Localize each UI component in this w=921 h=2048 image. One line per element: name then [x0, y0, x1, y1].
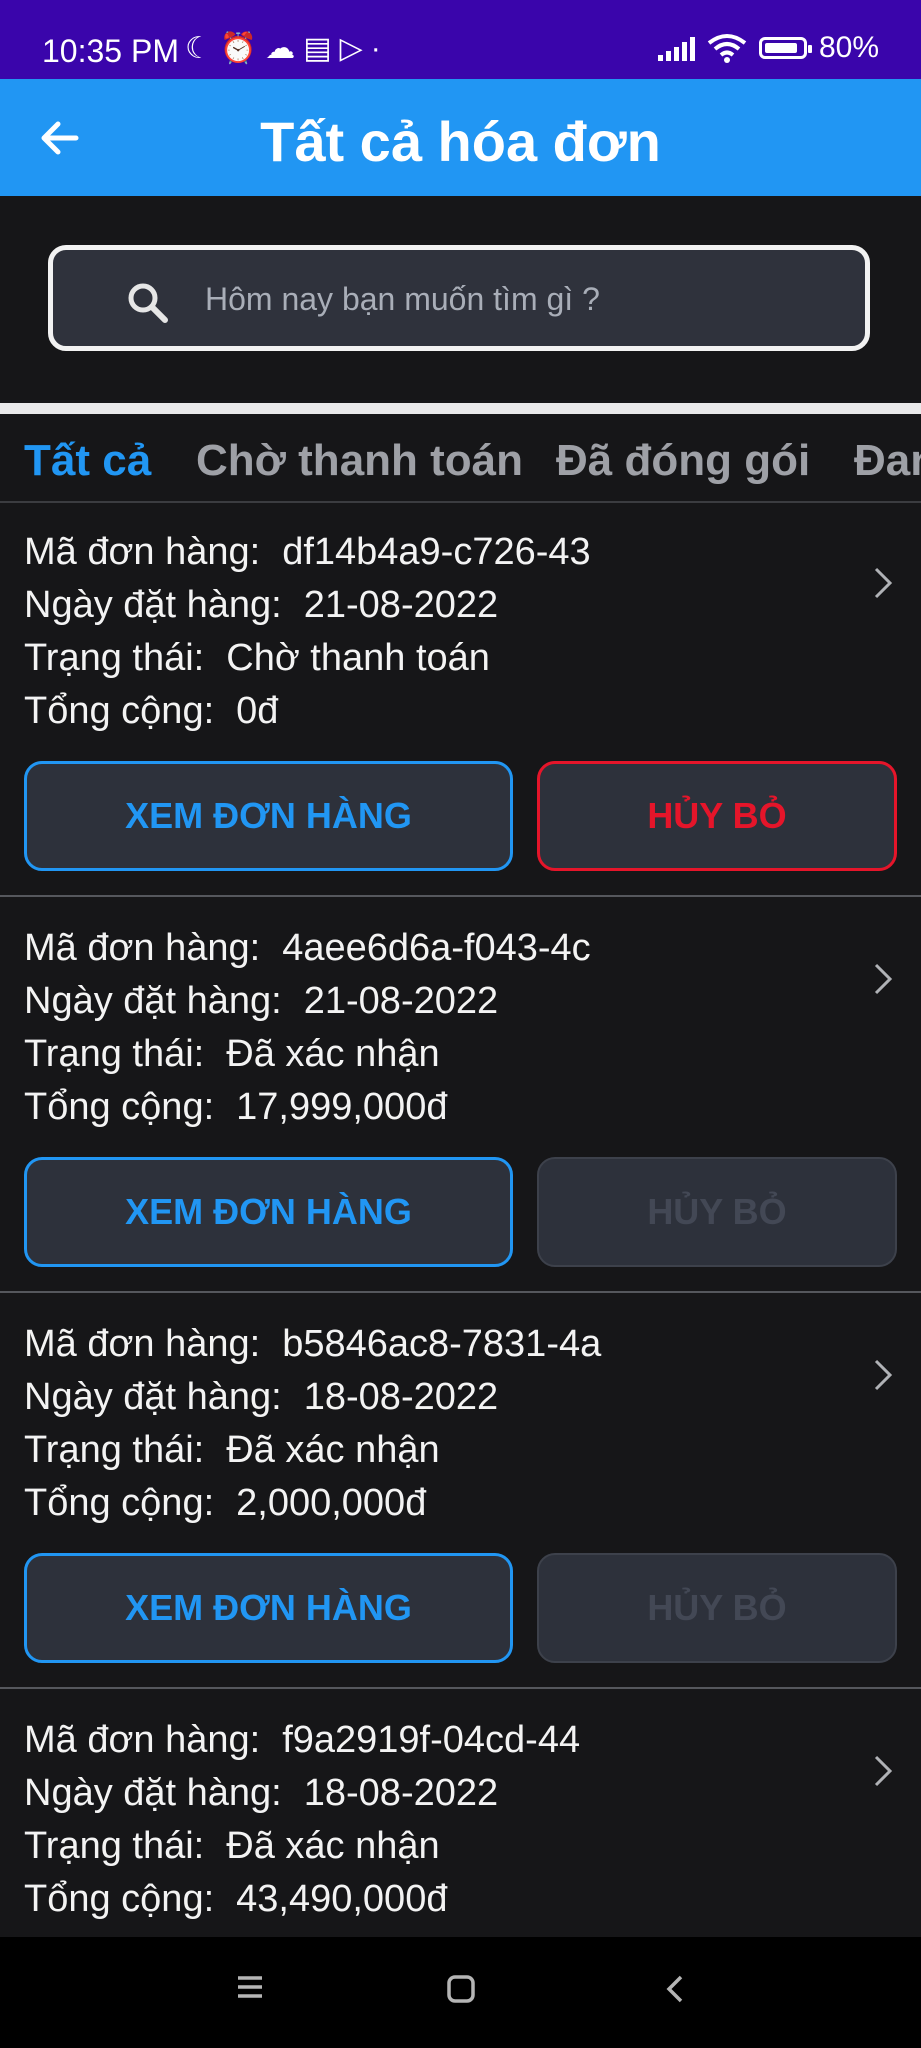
view-order-button[interactable]: XEM ĐƠN HÀNG: [24, 1157, 513, 1267]
order-id-row: Mã đơn hàng: 4aee6d6a-f043-4c: [24, 927, 591, 970]
search-box[interactable]: [48, 245, 870, 351]
search-icon: [128, 283, 168, 323]
system-nav-bar: [0, 1937, 921, 2048]
order-id-value: 4aee6d6a-f043-4c: [282, 927, 591, 969]
tab-packed[interactable]: Đã đóng gói: [556, 436, 810, 486]
page-title: Tất cả hóa đơn: [260, 110, 661, 173]
app-bar: Tất cả hóa đơn: [0, 79, 921, 196]
order-date-value: 21-08-2022: [303, 584, 499, 626]
status-bar: 10:35 PM ☾⏰☁▤▷· 80%: [0, 0, 921, 79]
back-icon[interactable]: [664, 1974, 686, 2004]
order-card[interactable]: Mã đơn hàng: f9a2919f-04cd-44 Ngày đặt hà…: [0, 1691, 921, 1937]
order-status-row: Trạng thái: Đã xác nhận: [24, 1429, 440, 1472]
chevron-right-icon: [874, 1359, 893, 1391]
chevron-right-icon: [874, 963, 893, 995]
order-date-value: 18-08-2022: [303, 1376, 499, 1418]
order-status-label: Trạng thái:: [24, 637, 205, 679]
order-status-value: Chờ thanh toán: [226, 637, 490, 679]
status-right: 80%: [657, 28, 879, 68]
order-date-label: Ngày đặt hàng:: [24, 1772, 282, 1814]
order-id-label: Mã đơn hàng:: [24, 531, 261, 573]
cancel-order-button: HỦY BỎ: [537, 1157, 897, 1267]
signal-icon: [657, 35, 695, 61]
wifi-icon: [707, 34, 747, 63]
order-status-value: Đã xác nhận: [226, 1429, 440, 1471]
view-order-button[interactable]: XEM ĐƠN HÀNG: [24, 761, 513, 871]
order-date-label: Ngày đặt hàng:: [24, 1376, 282, 1418]
order-total-row: Tổng cộng: 43,490,000đ: [24, 1878, 447, 1921]
chevron-right-icon: [874, 567, 893, 599]
tab-pending-payment[interactable]: Chờ thanh toán: [196, 436, 523, 486]
order-id-row: Mã đơn hàng: f9a2919f-04cd-44: [24, 1719, 580, 1762]
cancel-order-button: HỦY BỎ: [537, 1553, 897, 1663]
cloud-icon: ☁: [265, 32, 304, 65]
order-total-value: 2,000,000đ: [236, 1482, 427, 1524]
order-status-label: Trạng thái:: [24, 1825, 205, 1867]
view-order-button[interactable]: XEM ĐƠN HÀNG: [24, 1553, 513, 1663]
moon-icon: ☾: [185, 32, 220, 65]
alarm-icon: ⏰: [219, 32, 266, 65]
news-icon: ▤: [303, 32, 340, 65]
order-card[interactable]: Mã đơn hàng: 4aee6d6a-f043-4c Ngày đặt hà…: [0, 899, 921, 1293]
order-total-value: 17,999,000đ: [236, 1086, 448, 1128]
order-list: Mã đơn hàng: df14b4a9-c726-43 Ngày đặt hà…: [0, 503, 921, 1937]
order-status-value: Đã xác nhận: [226, 1033, 440, 1075]
order-card[interactable]: Mã đơn hàng: b5846ac8-7831-4a Ngày đặt hà…: [0, 1295, 921, 1689]
divider: [0, 403, 921, 414]
battery-level: 80%: [818, 31, 879, 64]
order-id-value: b5846ac8-7831-4a: [282, 1323, 602, 1365]
order-date-label: Ngày đặt hàng:: [24, 584, 282, 626]
menu-icon[interactable]: [236, 1974, 264, 2000]
status-icons: ☾⏰☁▤▷·: [185, 31, 389, 66]
order-total-row: Tổng cộng: 17,999,000đ: [24, 1086, 447, 1129]
order-status-label: Trạng thái:: [24, 1033, 205, 1075]
order-date-row: Ngày đặt hàng: 21-08-2022: [24, 584, 498, 627]
order-total-label: Tổng cộng:: [24, 690, 215, 732]
order-id-label: Mã đơn hàng:: [24, 1719, 261, 1761]
play-icon: ▷: [339, 32, 371, 65]
order-total-value: 43,490,000đ: [236, 1878, 448, 1920]
order-id-value: df14b4a9-c726-43: [282, 531, 591, 573]
order-status-label: Trạng thái:: [24, 1429, 205, 1471]
order-total-row: Tổng cộng: 2,000,000đ: [24, 1482, 426, 1525]
order-id-value: f9a2919f-04cd-44: [282, 1719, 581, 1761]
order-status-row: Trạng thái: Đã xác nhận: [24, 1825, 440, 1868]
status-time: 10:35 PM: [42, 33, 179, 69]
order-total-label: Tổng cộng:: [24, 1086, 215, 1128]
tab-all[interactable]: Tất cả: [24, 436, 151, 486]
order-status-row: Trạng thái: Đã xác nhận: [24, 1033, 440, 1076]
order-id-label: Mã đơn hàng:: [24, 1323, 261, 1365]
order-date-row: Ngày đặt hàng: 21-08-2022: [24, 980, 498, 1023]
order-status-row: Trạng thái: Chờ thanh toán: [24, 637, 490, 680]
order-date-row: Ngày đặt hàng: 18-08-2022: [24, 1376, 498, 1419]
cancel-order-button[interactable]: HỦY BỎ: [537, 761, 897, 871]
order-total-value: 0đ: [236, 690, 279, 732]
battery-icon: [758, 37, 812, 59]
chevron-right-icon: [874, 1755, 893, 1787]
tab-bar: Tất cả Chờ thanh toán Đã đóng gói Đan: [0, 414, 921, 502]
order-total-label: Tổng cộng:: [24, 1878, 215, 1920]
order-id-row: Mã đơn hàng: df14b4a9-c726-43: [24, 531, 591, 574]
home-icon[interactable]: [446, 1974, 476, 2004]
order-total-label: Tổng cộng:: [24, 1482, 215, 1524]
order-date-value: 18-08-2022: [303, 1772, 499, 1814]
order-card[interactable]: Mã đơn hàng: df14b4a9-c726-43 Ngày đặt hà…: [0, 503, 921, 897]
order-id-row: Mã đơn hàng: b5846ac8-7831-4a: [24, 1323, 601, 1366]
search-input[interactable]: [203, 272, 807, 326]
tab-shipping[interactable]: Đan: [854, 436, 921, 486]
order-total-row: Tổng cộng: 0đ: [24, 690, 278, 733]
order-status-value: Đã xác nhận: [226, 1825, 440, 1867]
dot-icon: ·: [370, 32, 389, 65]
order-date-row: Ngày đặt hàng: 18-08-2022: [24, 1772, 498, 1815]
order-date-value: 21-08-2022: [303, 980, 499, 1022]
order-date-label: Ngày đặt hàng:: [24, 980, 282, 1022]
order-id-label: Mã đơn hàng:: [24, 927, 261, 969]
search-area: [0, 196, 921, 403]
